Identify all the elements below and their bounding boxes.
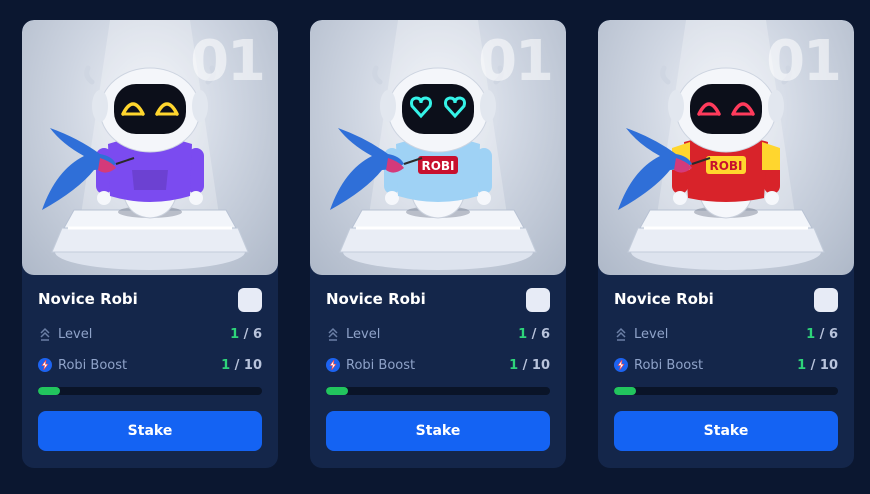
level-label: Level xyxy=(634,326,669,342)
pedestal-lower xyxy=(51,227,249,253)
boost-value: 1 / 10 xyxy=(797,358,838,373)
nft-card[interactable]: ROBI 01 Novice Robi Level 1 / 6 Robi Boo… xyxy=(310,20,566,468)
boost-current: 1 xyxy=(797,357,807,373)
level-current: 1 xyxy=(518,326,528,342)
boost-progress-fill xyxy=(38,387,61,395)
boost-bolt-icon xyxy=(614,358,628,372)
boost-progress-bar xyxy=(38,387,262,395)
robot-left-hand xyxy=(97,191,111,205)
edition-number: 01 xyxy=(478,29,554,94)
edition-number: 01 xyxy=(766,29,842,94)
boost-total: / 10 xyxy=(518,357,550,373)
stake-button[interactable]: Stake xyxy=(326,411,550,451)
nft-name: Novice Robi xyxy=(614,290,714,308)
robot-left-hand xyxy=(385,191,399,205)
robot-artwork: ROBI 01 xyxy=(310,20,566,275)
boost-row: Robi Boost 1 / 10 xyxy=(38,356,262,374)
level-total: / 6 xyxy=(527,326,550,342)
select-checkbox[interactable] xyxy=(238,288,262,312)
pedestal-lower xyxy=(339,227,537,253)
nft-card-list: 01 Novice Robi Level 1 / 6 Robi Boost 1 … xyxy=(0,0,870,494)
level-chevrons-icon xyxy=(616,327,626,341)
boost-row: Robi Boost 1 / 10 xyxy=(326,356,550,374)
level-chevrons-icon xyxy=(40,327,50,341)
robot-right-hand xyxy=(189,191,203,205)
nft-name: Novice Robi xyxy=(38,290,138,308)
boost-value: 1 / 10 xyxy=(221,358,262,373)
boost-row: Robi Boost 1 / 10 xyxy=(614,356,838,374)
robot-left-antenna xyxy=(660,65,671,85)
pedestal-lower xyxy=(627,227,825,253)
boost-progress-bar xyxy=(326,387,550,395)
level-total: / 6 xyxy=(815,326,838,342)
robot-right-ear xyxy=(192,90,208,122)
boost-progress-fill xyxy=(326,387,349,395)
robot-right-ear xyxy=(480,90,496,122)
select-checkbox[interactable] xyxy=(526,288,550,312)
boost-label: Robi Boost xyxy=(634,357,704,373)
robot-left-ear xyxy=(92,90,108,122)
stake-button[interactable]: Stake xyxy=(38,411,262,451)
shirt-text: ROBI xyxy=(709,159,742,173)
boost-current: 1 xyxy=(509,357,519,373)
level-current: 1 xyxy=(230,326,240,342)
boost-label: Robi Boost xyxy=(346,357,416,373)
hoodie-pocket xyxy=(132,170,168,190)
robot-right-ear xyxy=(768,90,784,122)
stake-button[interactable]: Stake xyxy=(614,411,838,451)
boost-value: 1 / 10 xyxy=(509,358,550,373)
edition-number: 01 xyxy=(190,29,266,94)
nft-name: Novice Robi xyxy=(326,290,426,308)
boost-progress-bar xyxy=(614,387,838,395)
level-value: 1 / 6 xyxy=(806,327,838,342)
boost-current: 1 xyxy=(221,357,231,373)
level-row: Level 1 / 6 xyxy=(38,325,262,343)
robot-artwork: 01 xyxy=(22,20,278,275)
boost-bolt-icon xyxy=(326,358,340,372)
boost-label: Robi Boost xyxy=(58,357,128,373)
robot-left-antenna xyxy=(372,65,383,85)
boost-progress-fill xyxy=(614,387,637,395)
level-chevrons-icon xyxy=(328,327,338,341)
level-row: Level 1 / 6 xyxy=(326,325,550,343)
boost-total: / 10 xyxy=(806,357,838,373)
robot-artwork: ROBI 01 xyxy=(598,20,854,275)
robot-left-hand xyxy=(673,191,687,205)
robot-left-antenna xyxy=(84,65,95,85)
level-label: Level xyxy=(346,326,381,342)
level-value: 1 / 6 xyxy=(230,327,262,342)
robot-right-hand xyxy=(477,191,491,205)
level-label: Level xyxy=(58,326,93,342)
nft-card[interactable]: 01 Novice Robi Level 1 / 6 Robi Boost 1 … xyxy=(22,20,278,468)
boost-bolt-icon xyxy=(38,358,52,372)
level-value: 1 / 6 xyxy=(518,327,550,342)
level-current: 1 xyxy=(806,326,816,342)
boost-total: / 10 xyxy=(230,357,262,373)
select-checkbox[interactable] xyxy=(814,288,838,312)
robot-right-hand xyxy=(765,191,779,205)
level-row: Level 1 / 6 xyxy=(614,325,838,343)
level-total: / 6 xyxy=(239,326,262,342)
robot-left-ear xyxy=(380,90,396,122)
shirt-text: ROBI xyxy=(421,159,454,173)
nft-card[interactable]: ROBI 01 Novice Robi Level 1 / 6 Robi Boo… xyxy=(598,20,854,468)
robot-left-ear xyxy=(668,90,684,122)
